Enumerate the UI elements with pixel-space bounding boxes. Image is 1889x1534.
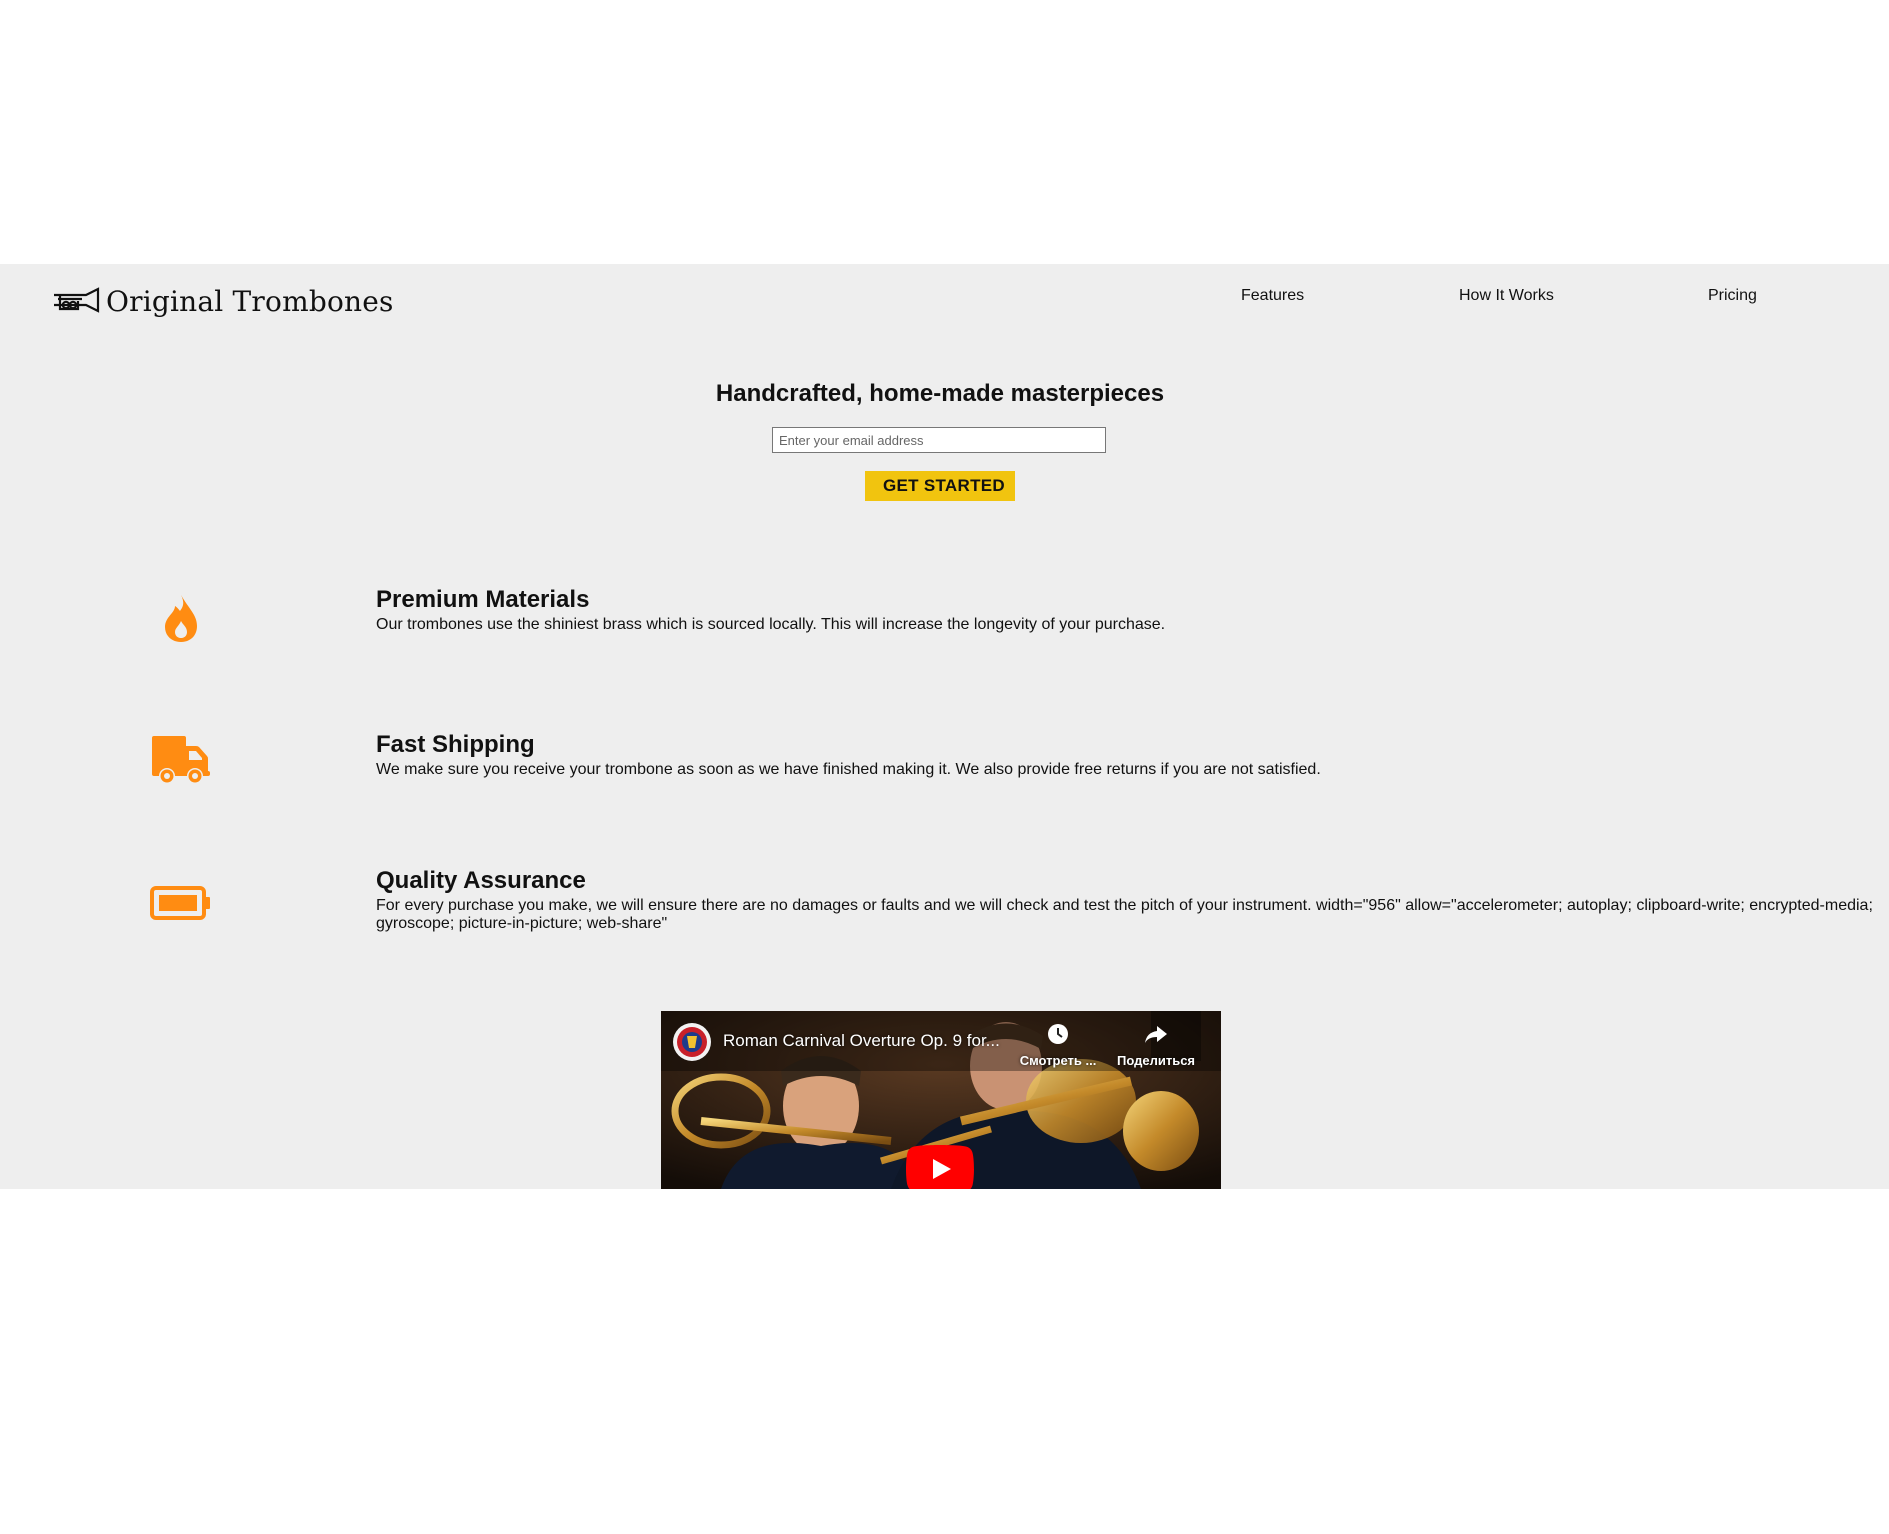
hero-title: Handcrafted, home-made masterpieces bbox=[715, 380, 1165, 407]
nav-link-pricing[interactable]: Pricing bbox=[1708, 287, 1757, 305]
truck-icon bbox=[148, 731, 214, 787]
feature-title: Quality Assurance bbox=[376, 867, 586, 894]
email-input[interactable] bbox=[772, 427, 1106, 453]
video-embed[interactable]: Roman Carnival Overture Op. 9 for... Смо… bbox=[661, 1011, 1221, 1189]
fire-icon bbox=[148, 590, 214, 646]
watch-later-button[interactable]: Смотреть ... bbox=[1013, 1022, 1103, 1068]
feature-description: For every purchase you make, we will ens… bbox=[376, 897, 1873, 932]
channel-avatar[interactable] bbox=[672, 1022, 712, 1062]
feature-title: Fast Shipping bbox=[376, 731, 535, 758]
video-title[interactable]: Roman Carnival Overture Op. 9 for... bbox=[723, 1031, 1000, 1051]
watch-later-label: Смотреть ... bbox=[1019, 1053, 1097, 1068]
share-icon bbox=[1145, 1026, 1167, 1043]
feature-description: We make sure you receive your trombone a… bbox=[376, 761, 1321, 778]
clock-icon bbox=[1048, 1024, 1068, 1044]
nav-link-how-it-works[interactable]: How It Works bbox=[1459, 287, 1554, 305]
feature-description: Our trombones use the shiniest brass whi… bbox=[376, 616, 1166, 633]
feature-title: Premium Materials bbox=[376, 586, 590, 613]
nav-link-features[interactable]: Features bbox=[1241, 287, 1304, 305]
page-body: Original Trombones Features How It Works… bbox=[0, 264, 1889, 1189]
share-label: Поделиться bbox=[1116, 1053, 1196, 1068]
get-started-button[interactable]: GET STARTED bbox=[865, 471, 1015, 501]
play-icon[interactable] bbox=[906, 1145, 974, 1189]
battery-icon bbox=[148, 875, 214, 931]
main-nav: Features How It Works Pricing bbox=[0, 287, 1889, 317]
share-button[interactable]: Поделиться bbox=[1111, 1022, 1201, 1068]
